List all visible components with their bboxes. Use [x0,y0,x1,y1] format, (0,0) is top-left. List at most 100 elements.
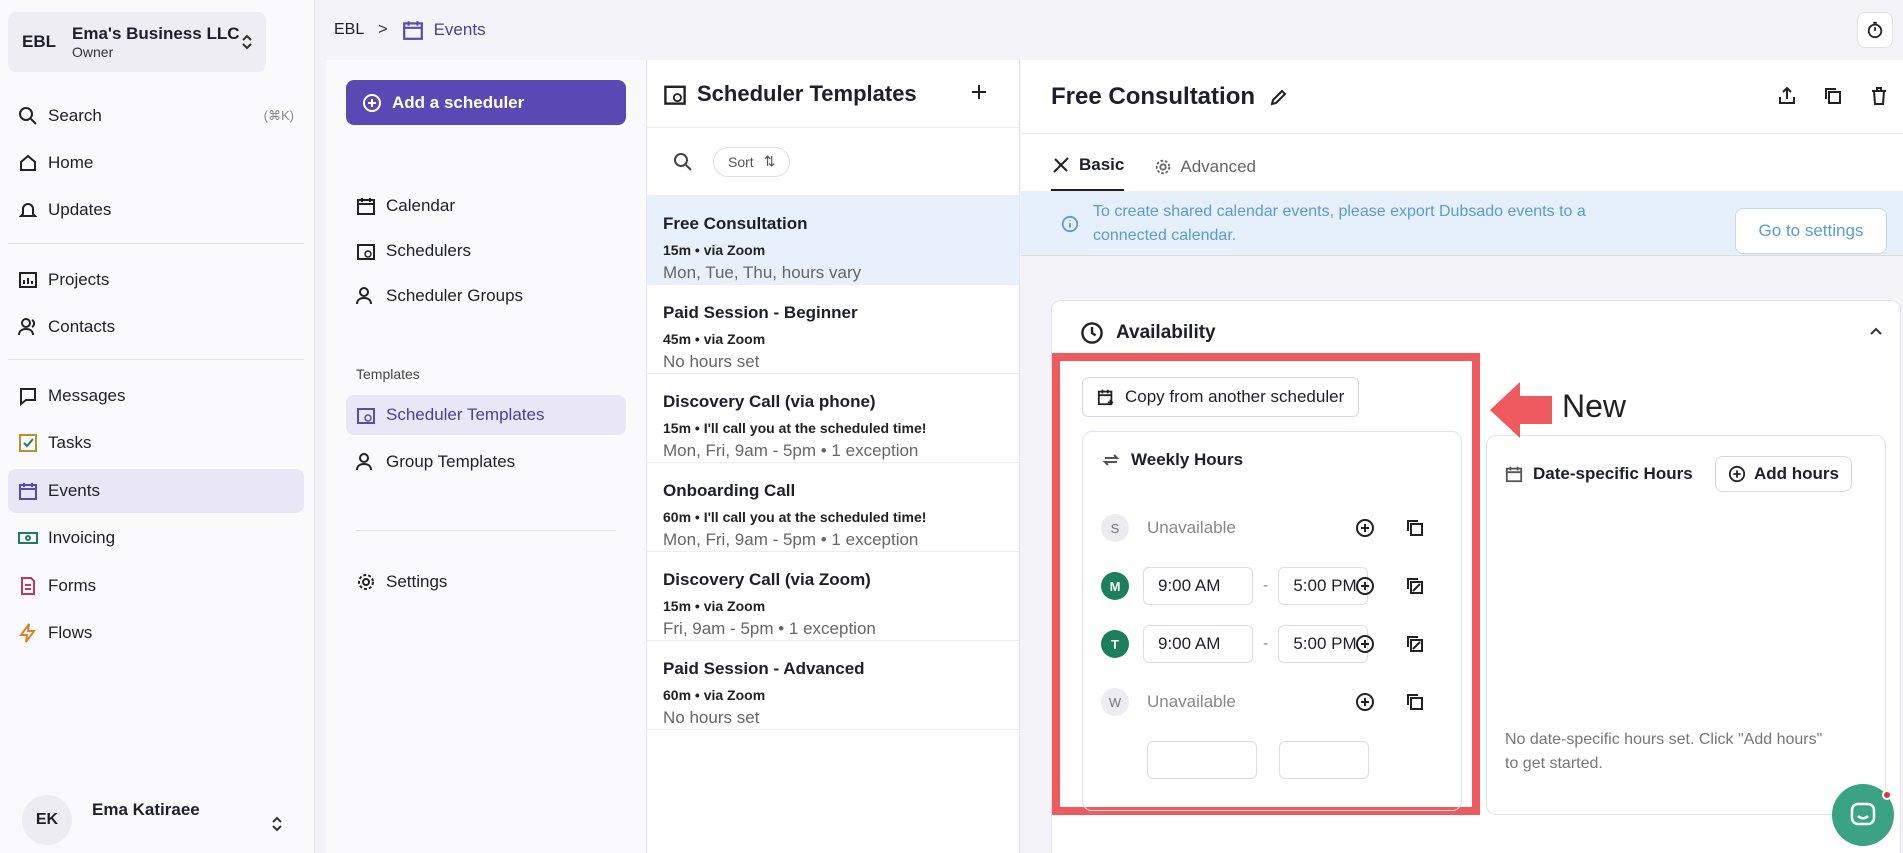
go-to-settings-button[interactable]: Go to settings [1735,208,1887,254]
day-row-partial [1101,740,1451,780]
nav-invoicing[interactable]: Invoicing [8,516,304,560]
breadcrumb-current-label: Events [433,20,486,39]
template-row[interactable]: Onboarding Call 60m • I'll call you at t… [647,463,1019,552]
start-time-input[interactable]: 9:00 AM [1143,625,1253,663]
day-row-tuesday: T 9:00 AM - 5:00 PM [1101,624,1451,664]
nav-flows[interactable]: Flows [8,611,304,655]
template-row[interactable]: Paid Session - Beginner 45m • via Zoom N… [647,285,1019,374]
copy-clear-icon[interactable] [1405,634,1425,654]
sched-nav-calendar[interactable]: Calendar [346,186,626,226]
nav-tasks[interactable]: Tasks [8,421,304,465]
user-menu[interactable]: EK Ema Katiraee [22,795,200,845]
template-row[interactable]: Discovery Call (via phone) 15m • I'll ca… [647,374,1019,463]
template-row[interactable]: Paid Session - Advanced 60m • via Zoom N… [647,641,1019,730]
sched-nav-schedulers-label: Schedulers [386,241,472,260]
sched-nav-settings[interactable]: Settings [346,562,626,602]
breadcrumb: EBL > Events [316,0,1903,60]
timer-button[interactable] [1857,12,1893,48]
copy-icon[interactable] [1405,692,1425,712]
template-row[interactable]: Discovery Call (via Zoom) 15m • via Zoom… [647,552,1019,641]
contacts-icon [18,318,36,336]
people-icon [356,287,372,305]
sort-button[interactable]: Sort ⇅ [713,146,791,177]
plus-circle-icon[interactable] [1355,634,1375,654]
chevron-updown-icon[interactable] [270,814,284,834]
sched-nav-settings-label: Settings [386,572,448,591]
sched-nav-groups-label: Scheduler Groups [386,286,524,305]
copy-icon[interactable] [1405,518,1425,538]
nav-search[interactable]: Search (⌘K) [8,94,304,138]
sched-nav-schedulers[interactable]: Schedulers [346,231,626,271]
plus-circle-icon[interactable] [1355,576,1375,596]
trash-icon[interactable] [1869,86,1889,106]
arrow-left-icon [1490,382,1552,438]
nav-updates[interactable]: Updates [8,188,304,232]
bell-icon [18,203,38,217]
tab-basic[interactable]: Basic [1051,155,1125,191]
nav-contacts[interactable]: Contacts [8,305,304,349]
account-switcher[interactable]: EBL Ema's Business LLC Owner [8,12,266,72]
weekly-hours-title: Weekly Hours [1131,450,1244,469]
template-meta: 15m • I'll call you at the scheduled tim… [663,420,927,436]
calendar-plus-icon [1097,389,1114,406]
share-icon[interactable] [1777,86,1797,106]
weekly-hours-header: Weekly Hours [1101,450,1243,470]
day-row-monday: M 9:00 AM - 5:00 PM [1101,566,1451,606]
search-icon [19,107,37,125]
nav-events[interactable]: Events [8,469,304,513]
sched-nav-group-templates-label: Group Templates [386,452,516,471]
pencil-icon[interactable] [1269,87,1289,107]
calendar-icon [19,483,37,500]
tab-advanced[interactable]: Advanced [1154,157,1256,191]
tab-advanced-label: Advanced [1180,157,1256,176]
nav-projects[interactable]: Projects [8,258,304,302]
template-row[interactable]: Free Consultation 15m • via Zoom Mon, Tu… [647,196,1019,285]
template-title: Discovery Call (via Zoom) [663,570,871,589]
start-time-input[interactable] [1147,741,1257,779]
message-icon [20,388,36,406]
sort-label: Sort [728,153,754,170]
chevron-up-icon[interactable] [1868,323,1884,339]
nav-contacts-label: Contacts [48,317,116,336]
breadcrumb-root[interactable]: EBL [334,21,364,39]
day-badge: M [1101,572,1129,600]
tools-icon [1053,157,1069,173]
plus-circle-icon[interactable] [1355,518,1375,538]
sched-nav-scheduler-templates[interactable]: Scheduler Templates [346,395,626,435]
templates-section-label: Templates [356,366,420,382]
template-hours: No hours set [663,708,760,727]
sched-nav-groups[interactable]: Scheduler Groups [346,276,626,316]
calendar-clock-icon [357,408,375,424]
forms-icon [21,577,35,595]
sched-nav-group-templates[interactable]: Group Templates [346,442,626,482]
avatar: EK [22,795,72,845]
copy-icon[interactable] [1823,86,1843,106]
plus-icon[interactable] [969,82,989,102]
add-hours-button[interactable]: Add hours [1715,456,1852,492]
time-separator: - [1263,577,1269,594]
account-name: Ema's Business LLC [72,24,240,43]
nav-home-label: Home [48,153,94,172]
template-meta: 15m • via Zoom [663,598,766,614]
stopwatch-icon [1867,21,1883,39]
empty-state-message: No date-specific hours set. Click "Add h… [1505,731,1823,772]
search-icon[interactable] [673,152,693,172]
copy-from-scheduler-button[interactable]: Copy from another scheduler [1082,377,1360,417]
template-title: Paid Session - Beginner [663,303,858,322]
account-initials: EBL [22,32,56,51]
copy-clear-icon[interactable] [1405,576,1425,596]
home-icon [20,154,36,171]
plus-circle-icon[interactable] [1355,692,1375,712]
weekly-hours-card: Weekly Hours S Unavailable M 9:00 AM - 5… [1082,431,1462,811]
add-scheduler-button[interactable]: Add a scheduler [346,80,626,125]
template-meta: 45m • via Zoom [663,331,766,347]
nav-forms[interactable]: Forms [8,564,304,608]
nav-messages[interactable]: Messages [8,374,304,418]
nav-home[interactable]: Home [8,141,304,185]
end-time-input[interactable] [1279,741,1369,779]
start-time-input[interactable]: 9:00 AM [1143,567,1253,605]
date-specific-header: Date-specific Hours [1505,464,1693,484]
template-hours: Mon, Tue, Thu, hours vary [663,263,862,282]
date-specific-title: Date-specific Hours [1533,464,1693,483]
nav-messages-label: Messages [48,386,126,405]
